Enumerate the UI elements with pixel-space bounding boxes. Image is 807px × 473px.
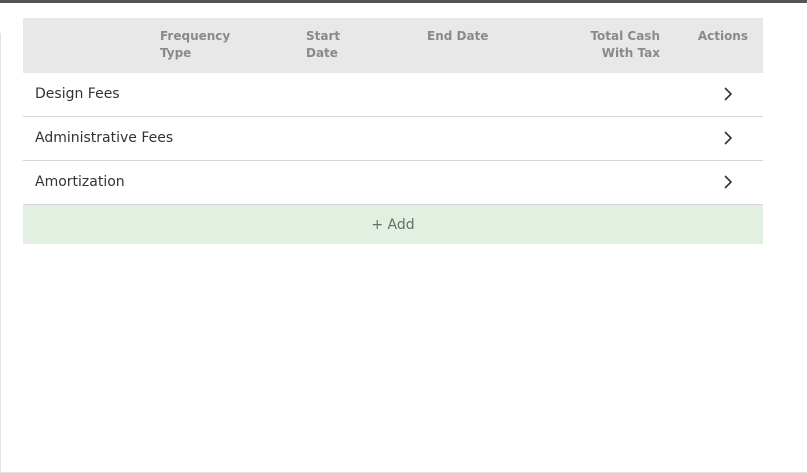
row-name: Amortization [35,174,125,190]
table-row-administrative-fees[interactable]: Administrative Fees [23,117,763,161]
add-label: + Add [371,216,415,233]
table-header: Frequency Type Start Date End Date Total… [23,18,763,73]
row-name: Design Fees [35,86,120,102]
frame-notch [0,3,22,33]
row-name: Administrative Fees [35,130,174,146]
header-actions: Actions [697,29,748,43]
header-start-date: Start Date [306,29,341,60]
fees-table: Frequency Type Start Date End Date Total… [23,18,763,244]
chevron-right-icon[interactable] [721,86,735,102]
add-row-button[interactable]: + Add [23,205,763,244]
table-row-amortization[interactable]: Amortization [23,161,763,205]
table-row-design-fees[interactable]: Design Fees [23,73,763,117]
header-total-cash-with-tax: Total Cash With Tax [590,29,660,60]
chevron-right-icon[interactable] [721,130,735,146]
header-end-date: End Date [427,29,489,43]
chevron-right-icon[interactable] [721,174,735,190]
header-frequency-type: Frequency Type [160,29,231,60]
